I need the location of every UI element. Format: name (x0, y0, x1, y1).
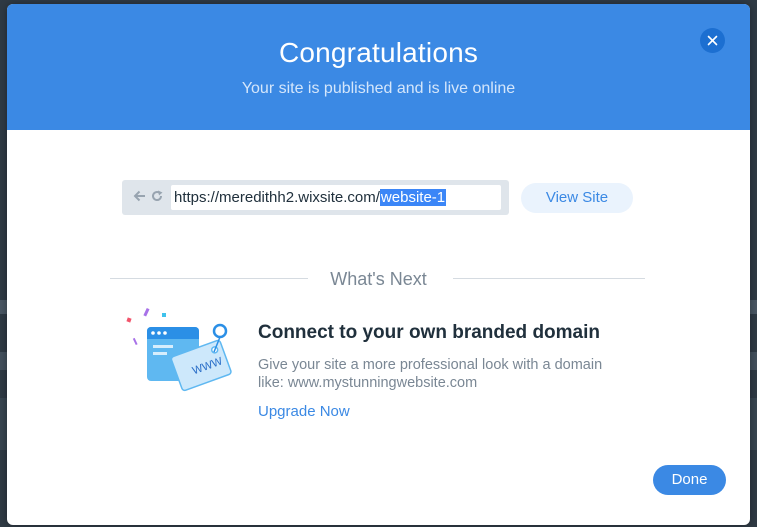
divider (453, 278, 645, 279)
offer-description: Give your site a more professional look … (258, 356, 658, 392)
url-base: https://meredithh2.wixsite.com/ (174, 189, 380, 206)
close-icon (707, 35, 718, 46)
publish-success-modal: Congratulations Your site is published a… (7, 4, 750, 525)
offer-description-line: like: www.mystunningwebsite.com (258, 375, 478, 391)
upgrade-now-link[interactable]: Upgrade Now (258, 403, 350, 420)
done-button[interactable]: Done (653, 465, 726, 495)
back-arrow-icon[interactable] (133, 190, 146, 202)
refresh-icon[interactable] (151, 190, 163, 202)
offer-description-line: Give your site a more professional look … (258, 357, 603, 373)
modal-subtitle: Your site is published and is live onlin… (241, 80, 516, 97)
view-site-button[interactable]: View Site (521, 183, 633, 213)
site-url-bar: https://meredithh2.wixsite.com/website-1 (122, 180, 509, 215)
domain-tag-illustration: WWW (126, 307, 232, 392)
offer-title: Connect to your own branded domain (258, 322, 600, 343)
site-url-field[interactable]: https://meredithh2.wixsite.com/website-1 (171, 185, 501, 210)
close-button[interactable] (700, 28, 725, 53)
modal-title: Congratulations (278, 37, 479, 68)
url-selected-text: website-1 (379, 189, 447, 206)
modal-header: Congratulations Your site is published a… (7, 4, 750, 130)
whats-next-heading: What's Next (330, 269, 427, 289)
